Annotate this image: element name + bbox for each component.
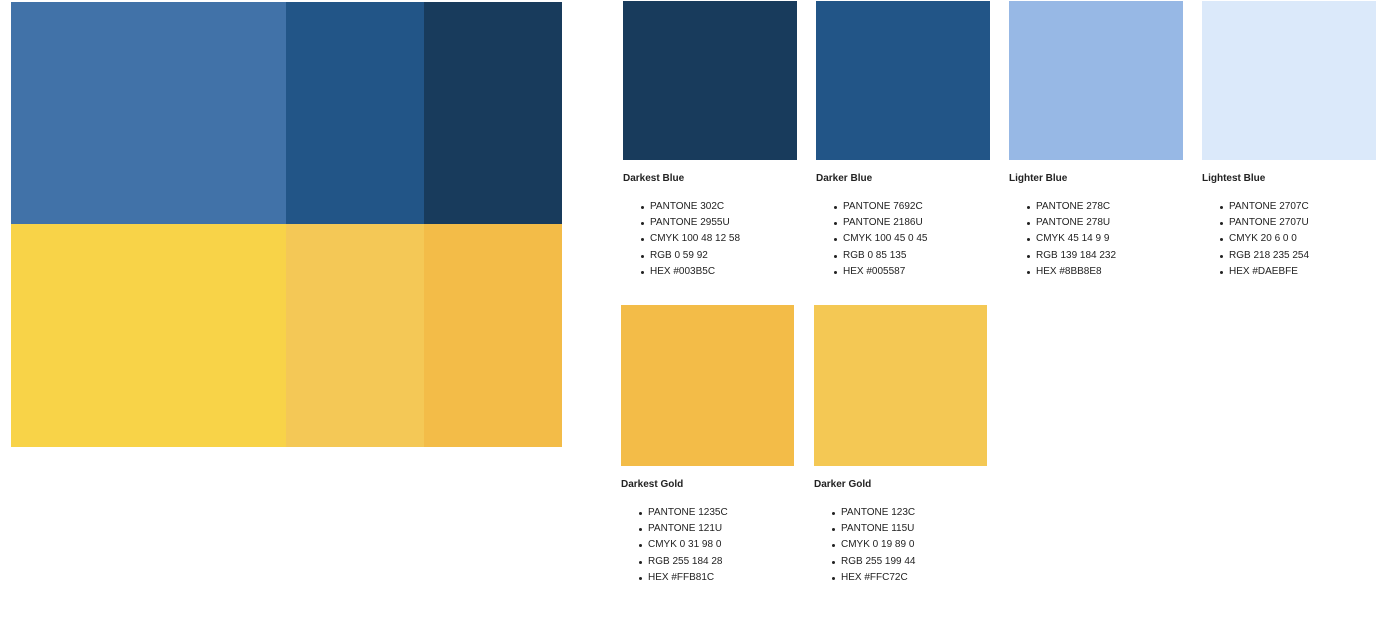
- spec-item: RGB 255 199 44: [832, 554, 987, 570]
- spec-list: PANTONE 278C PANTONE 278U CMYK 45 14 9 9…: [1009, 199, 1183, 280]
- spec-list: PANTONE 7692C PANTONE 2186U CMYK 100 45 …: [816, 199, 990, 280]
- palette-cell-darker-blue: [286, 2, 424, 224]
- spec-item: PANTONE 1235C: [639, 505, 794, 521]
- spec-item: PANTONE 302C: [641, 199, 797, 215]
- spec-item: HEX #DAEBFE: [1220, 264, 1376, 280]
- spec-item: CMYK 0 19 89 0: [832, 537, 987, 553]
- color-swatch: [623, 1, 797, 160]
- color-swatch: [816, 1, 990, 160]
- spec-item: HEX #FFC72C: [832, 570, 987, 586]
- spec-item: PANTONE 7692C: [834, 199, 990, 215]
- swatch-name: Darkest Gold: [621, 479, 684, 490]
- palette-cell-medium-blue: [11, 2, 286, 224]
- palette-cell-yellow: [11, 224, 286, 447]
- spec-item: PANTONE 121U: [639, 521, 794, 537]
- spec-item: HEX #8BB8E8: [1027, 264, 1183, 280]
- color-swatch: [1009, 1, 1183, 160]
- spec-item: PANTONE 2707C: [1220, 199, 1376, 215]
- spec-item: HEX #003B5C: [641, 264, 797, 280]
- spec-item: HEX #FFB81C: [639, 570, 794, 586]
- swatch-card-darkest-gold: Darkest Gold PANTONE 1235C PANTONE 121U …: [621, 305, 794, 586]
- spec-item: RGB 139 184 232: [1027, 248, 1183, 264]
- spec-list: PANTONE 1235C PANTONE 121U CMYK 0 31 98 …: [621, 505, 794, 586]
- spec-item: CMYK 0 31 98 0: [639, 537, 794, 553]
- spec-list: PANTONE 302C PANTONE 2955U CMYK 100 48 1…: [623, 199, 797, 280]
- swatch-name: Lightest Blue: [1202, 173, 1266, 184]
- spec-item: RGB 0 85 135: [834, 248, 990, 264]
- spec-item: PANTONE 2707U: [1220, 215, 1376, 231]
- palette-cell-darkest-blue: [424, 2, 562, 224]
- palette-block: [11, 2, 562, 447]
- color-swatch: [814, 305, 987, 466]
- spec-item: RGB 255 184 28: [639, 554, 794, 570]
- swatch-name: Darker Gold: [814, 479, 872, 490]
- spec-item: RGB 0 59 92: [641, 248, 797, 264]
- color-swatch: [621, 305, 794, 466]
- spec-item: PANTONE 2186U: [834, 215, 990, 231]
- spec-item: CMYK 45 14 9 9: [1027, 231, 1183, 247]
- spec-item: CMYK 100 45 0 45: [834, 231, 990, 247]
- swatch-card-darker-blue: Darker Blue PANTONE 7692C PANTONE 2186U …: [816, 1, 990, 280]
- swatch-name: Darker Blue: [816, 173, 873, 184]
- swatch-card-darkest-blue: Darkest Blue PANTONE 302C PANTONE 2955U …: [623, 1, 797, 280]
- spec-item: PANTONE 278C: [1027, 199, 1183, 215]
- palette-cell-darker-gold: [286, 224, 424, 447]
- swatch-card-lighter-blue: Lighter Blue PANTONE 278C PANTONE 278U C…: [1009, 1, 1183, 280]
- spec-item: PANTONE 278U: [1027, 215, 1183, 231]
- spec-list: PANTONE 123C PANTONE 115U CMYK 0 19 89 0…: [814, 505, 987, 586]
- swatch-card-darker-gold: Darker Gold PANTONE 123C PANTONE 115U CM…: [814, 305, 987, 586]
- swatch-name: Lighter Blue: [1009, 173, 1068, 184]
- spec-item: PANTONE 115U: [832, 521, 987, 537]
- spec-item: CMYK 20 6 0 0: [1220, 231, 1376, 247]
- spec-item: PANTONE 2955U: [641, 215, 797, 231]
- spec-item: HEX #005587: [834, 264, 990, 280]
- spec-item: CMYK 100 48 12 58: [641, 231, 797, 247]
- spec-item: RGB 218 235 254: [1220, 248, 1376, 264]
- swatch-card-lightest-blue: Lightest Blue PANTONE 2707C PANTONE 2707…: [1202, 1, 1376, 280]
- color-swatch: [1202, 1, 1376, 160]
- spec-list: PANTONE 2707C PANTONE 2707U CMYK 20 6 0 …: [1202, 199, 1376, 280]
- palette-cell-darkest-gold: [424, 224, 562, 447]
- swatch-name: Darkest Blue: [623, 173, 685, 184]
- spec-item: PANTONE 123C: [832, 505, 987, 521]
